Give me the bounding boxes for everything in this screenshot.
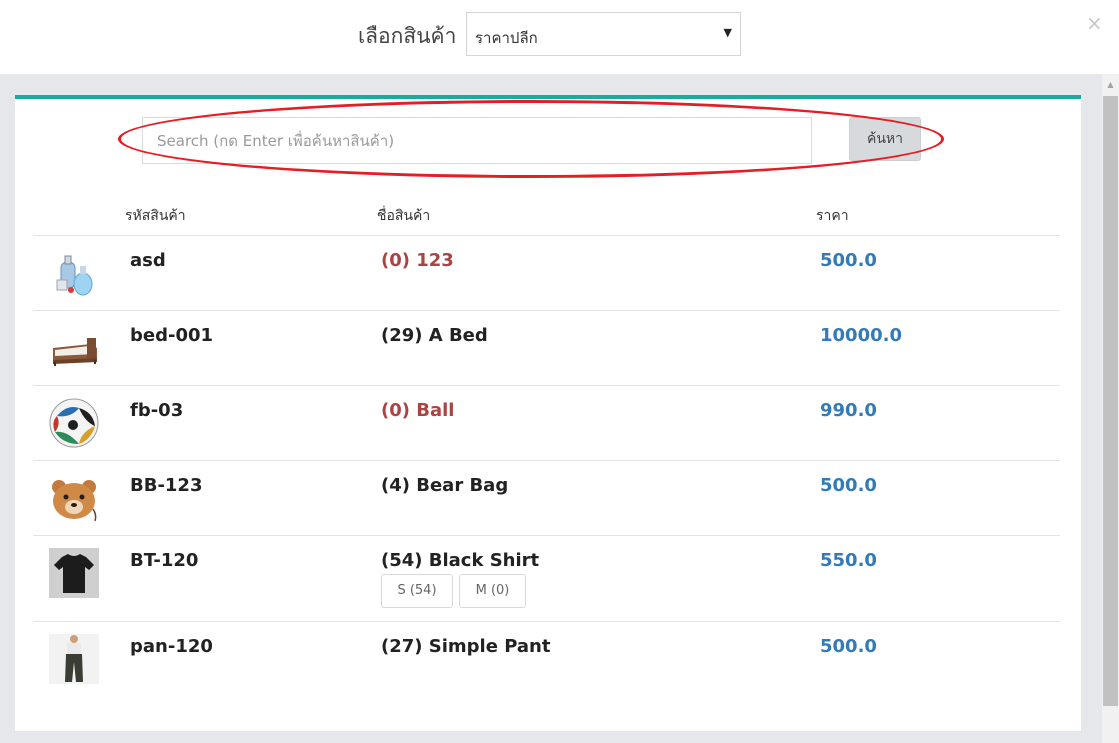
vertical-scrollbar[interactable]: ▲: [1102, 74, 1119, 743]
bear-bag-product-image: [49, 475, 99, 525]
price-type-selected-value: ราคาปลีก: [475, 29, 538, 47]
variant-button-m[interactable]: M (0): [459, 574, 526, 608]
product-price: 500.0: [820, 475, 877, 496]
product-name[interactable]: (54) Black Shirt: [381, 550, 539, 571]
price-type-select[interactable]: ราคาปลีก ▼: [466, 12, 741, 56]
table-row[interactable]: bed-001 (29) A Bed 10000.0: [33, 310, 1060, 385]
column-header-name: ชื่อสินค้า: [377, 208, 431, 224]
product-code: asd: [130, 250, 166, 271]
search-button[interactable]: ค้นหา: [849, 117, 921, 161]
product-price: 500.0: [820, 636, 877, 657]
table-row[interactable]: pan-120 (27) Simple Pant 500.0: [33, 621, 1060, 701]
black-shirt-product-image: [49, 548, 99, 598]
product-code: bed-001: [130, 325, 214, 346]
product-code: BT-120: [130, 550, 199, 571]
table-row[interactable]: BT-120 (54) Black Shirt 550.0 S (54) M (…: [33, 535, 1060, 621]
product-name[interactable]: (4) Bear Bag: [381, 475, 508, 496]
dropdown-arrow-icon: ▼: [723, 26, 732, 39]
spray-bottles-product-image: [49, 250, 99, 300]
table-row[interactable]: fb-03 (0) Ball 990.0: [33, 385, 1060, 460]
football-product-image: [49, 398, 99, 448]
product-price: 10000.0: [820, 325, 902, 346]
product-code: fb-03: [130, 400, 184, 421]
header-label: เลือกสินค้า: [358, 24, 457, 48]
column-header-code: รหัสสินค้า: [125, 208, 186, 224]
pants-product-image: [49, 634, 99, 684]
search-input[interactable]: [142, 117, 812, 164]
table-row[interactable]: BB-123 (4) Bear Bag 500.0: [33, 460, 1060, 535]
product-code: BB-123: [130, 475, 203, 496]
modal-header: เลือกสินค้า ราคาปลีก ▼ ×: [0, 0, 1119, 74]
product-name[interactable]: (29) A Bed: [381, 325, 488, 346]
product-name[interactable]: (27) Simple Pant: [381, 636, 550, 657]
column-header-price: ราคา: [816, 208, 849, 224]
product-price: 550.0: [820, 550, 877, 571]
table-row[interactable]: asd (0) 123 500.0: [33, 235, 1060, 310]
bed-product-image: [49, 324, 99, 374]
close-icon[interactable]: ×: [1086, 11, 1103, 35]
product-code: pan-120: [130, 636, 213, 657]
variant-button-s[interactable]: S (54): [381, 574, 453, 608]
product-price: 990.0: [820, 400, 877, 421]
scroll-up-arrow-icon[interactable]: ▲: [1102, 80, 1119, 89]
product-name[interactable]: (0) Ball: [381, 400, 454, 421]
scrollbar-thumb[interactable]: [1103, 96, 1118, 706]
product-name[interactable]: (0) 123: [381, 250, 454, 271]
product-price: 500.0: [820, 250, 877, 271]
